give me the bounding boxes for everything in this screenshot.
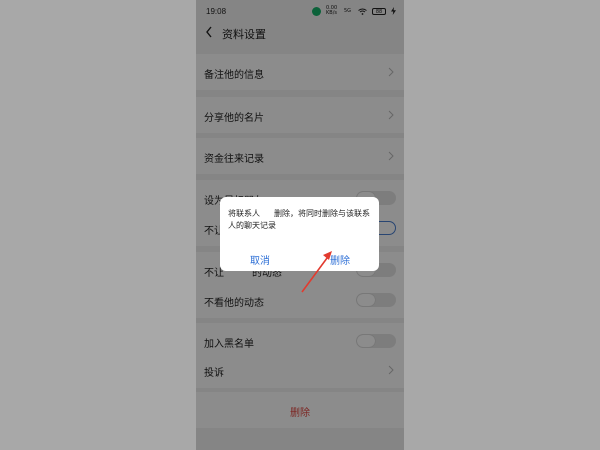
dialog-message: 将联系人 删除，将同时删除与该联系人的聊天记录 [228, 209, 370, 230]
screenshot-stage: 19:08 0.00 KB/s 5G 88 资料设置 备注他的信息 分享他的名片… [0, 0, 600, 450]
cancel-button[interactable]: 取消 [250, 252, 270, 267]
annotation-arrow-icon [301, 251, 332, 293]
